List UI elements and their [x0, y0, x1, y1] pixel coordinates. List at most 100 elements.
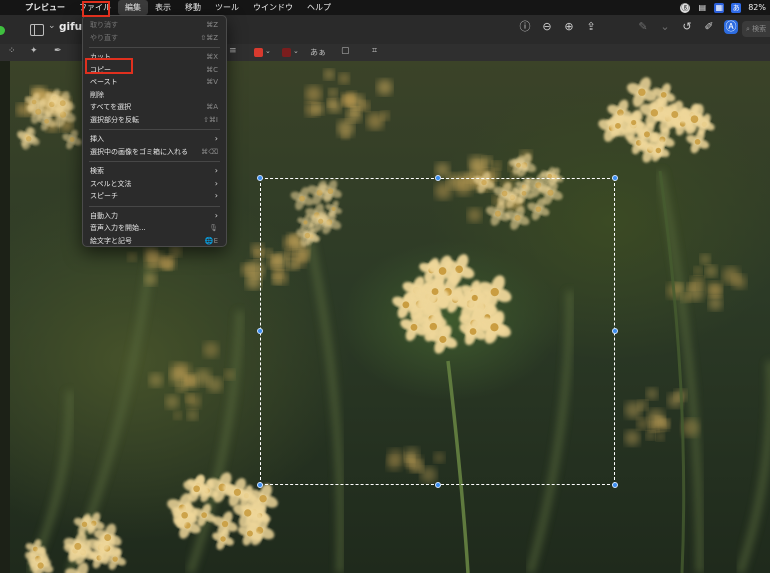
copy-highlight-box	[85, 58, 133, 74]
menu-separator	[89, 129, 220, 130]
menu-item-label: すべてを選択	[90, 103, 132, 111]
chevron-down-icon[interactable]: ⌄	[265, 47, 271, 55]
menu-item-label: スピーチ	[90, 192, 118, 200]
menu-item-label: 取り消す	[90, 21, 118, 29]
input-method-icon[interactable]: あ	[731, 2, 742, 13]
menu-item[interactable]: 選択中の画像をゴミ箱に入れる ⌘⌫	[83, 146, 226, 159]
menu-shortcut: 🌐E	[204, 236, 218, 245]
menu-bar-item[interactable]: 表示	[148, 0, 178, 15]
chevron-down-icon[interactable]: ⌄	[658, 20, 672, 34]
display-icon[interactable]: ▦	[714, 2, 725, 13]
selection-handle-top-right[interactable]	[612, 175, 618, 181]
menu-item[interactable]: すべてを選択 ⌘A	[83, 101, 226, 114]
fill-color-swatch[interactable]	[282, 48, 291, 57]
border-color-swatch[interactable]	[254, 48, 263, 57]
edit-menu: 取り消す ⌘Z やり直す ⇧⌘Z カット ⌘X コピー ⌘C ペースト ⌘V 削除 すべてを選択 ⌘A 選…	[82, 15, 227, 247]
menu-item-label: スペルと文法	[90, 179, 132, 188]
submenu-arrow-icon: ›	[214, 210, 218, 220]
instant-alpha-icon[interactable]: ✦	[30, 46, 38, 56]
menu-item[interactable]: スペルと文法 ›	[83, 178, 226, 191]
status-tray: ⓖ ▤ ▦ あ 82%	[680, 0, 766, 15]
menu-shortcut: ⌘⌫	[201, 147, 218, 156]
menu-shortcut: ⌘Z	[206, 21, 218, 29]
menu-bar-item[interactable]: 編集	[118, 0, 148, 15]
menu-item[interactable]: 削除	[83, 89, 226, 102]
search-placeholder: 検索	[752, 25, 767, 33]
text-style-button[interactable]: あぁ	[310, 47, 326, 58]
menu-shortcut: ⌘C	[206, 65, 218, 74]
selection-handle-bottom[interactable]	[435, 482, 441, 488]
info-icon[interactable]: ⓘ	[518, 20, 532, 34]
menu-item[interactable]: 音声入力を開始... 🎙	[83, 222, 226, 235]
crop-icon[interactable]: ⌗	[372, 46, 377, 56]
zoom-out-icon[interactable]: ⊖	[540, 20, 554, 34]
preview-window: ⌄ gifu0 ⓘ ⊖ ⊕ ⇪ ✎ ⌄ ↺ ✐ Ⓐ ✍ ⌕ 検索 ⁘ ✦ ✒ ≡…	[0, 0, 770, 573]
app-menu[interactable]: プレビュー	[19, 0, 72, 15]
menu-bar-item[interactable]: ウインドウ	[246, 0, 300, 15]
menu-item-label: ペースト	[90, 78, 118, 86]
menu-bar-item[interactable]: ヘルプ	[300, 0, 338, 15]
selection-tool-icon[interactable]: ⁘	[8, 46, 16, 56]
menu-bar-items: プレビュー ファイル 編集 表示 移動 ツール ウインドウ ヘルプ	[19, 0, 338, 15]
submenu-arrow-icon: ›	[214, 134, 218, 143]
menu-separator	[89, 161, 220, 162]
search-field[interactable]: ⌕ 検索	[742, 21, 770, 37]
chevron-down-icon[interactable]: ⌄	[48, 21, 56, 31]
menu-shortcut: ⇧⌘Z	[200, 33, 218, 42]
markup-icon[interactable]: ✐	[702, 20, 716, 34]
selection-handle-left[interactable]	[257, 328, 263, 334]
share-icon[interactable]: ⇪	[584, 20, 598, 34]
align-icon[interactable]: ≡	[229, 46, 237, 56]
sidebar-toggle-icon[interactable]	[30, 24, 44, 36]
submenu-arrow-icon: ›	[214, 191, 218, 200]
menu-item-label: 検索	[90, 167, 104, 175]
sketch-icon[interactable]: ✒	[54, 46, 62, 56]
submenu-arrow-icon: ›	[214, 166, 218, 175]
menu-shortcut: ⇧⌘I	[203, 115, 218, 124]
menu-item-label: やり直す	[90, 33, 118, 42]
selection-handle-bottom-left[interactable]	[257, 482, 263, 488]
zoom-in-icon[interactable]: ⊕	[562, 20, 576, 34]
menu-item-label: 挿入	[90, 135, 104, 143]
menu-bar-item[interactable]: 移動	[178, 0, 208, 15]
rotate-icon[interactable]: ↺	[680, 20, 694, 34]
zoom-window-button[interactable]	[0, 26, 5, 35]
menu-item-label: 選択中の画像をゴミ箱に入れる	[90, 147, 188, 156]
selection-handle-right[interactable]	[612, 328, 618, 334]
selection-handle-top-left[interactable]	[257, 175, 263, 181]
menu-item[interactable]: ペースト ⌘V	[83, 76, 226, 89]
menu-item[interactable]: やり直す ⇧⌘Z	[83, 32, 226, 45]
menu-separator	[89, 47, 220, 48]
selection-handle-bottom-right[interactable]	[612, 482, 618, 488]
menu-shortcut: ⌘V	[206, 78, 218, 86]
menu-item-label: 削除	[90, 90, 104, 99]
menu-shortcut: ⌘X	[206, 53, 218, 61]
menu-item[interactable]: 取り消す ⌘Z	[83, 19, 226, 32]
menu-item[interactable]: 自動入力 ›	[83, 210, 226, 223]
menu-item[interactable]: 選択部分を反転 ⇧⌘I	[83, 114, 226, 127]
markup-toolbar-toggle-icon[interactable]: Ⓐ	[724, 20, 738, 34]
menu-bar: プレビュー ファイル 編集 表示 移動 ツール ウインドウ ヘルプ ⓖ ▤ ▦ あ 82%	[0, 0, 770, 15]
menu-item-label: 選択部分を反転	[90, 115, 139, 124]
toolbar-actions: ⓘ ⊖ ⊕ ⇪ ✎ ⌄ ↺ ✐ Ⓐ ✍	[518, 20, 760, 34]
rectangle-selection[interactable]	[257, 175, 618, 488]
apple-menu-icon[interactable]	[0, 0, 19, 15]
menu-bar-item[interactable]: ツール	[208, 0, 246, 15]
menu-separator	[89, 205, 220, 207]
chevron-down-icon[interactable]: ⌄	[293, 47, 299, 55]
menu-shortcut: 🎙	[209, 224, 218, 232]
menu-item-label: 音声入力を開始...	[90, 224, 146, 232]
selection-handle-top[interactable]	[435, 175, 441, 181]
menu-item[interactable]: スピーチ ›	[83, 190, 226, 203]
highlight-pen-icon[interactable]: ✎	[636, 20, 650, 34]
battery-percent: 82%	[748, 3, 766, 12]
annotate-icon[interactable]: ▢	[341, 46, 350, 56]
status-icon[interactable]: ⓖ	[680, 2, 691, 13]
clipboard-icon[interactable]: ▤	[697, 3, 707, 13]
menu-item[interactable]: 挿入 ›	[83, 133, 226, 146]
menu-item[interactable]: 検索 ›	[83, 165, 226, 178]
menu-item-label: 絵文字と記号	[90, 236, 132, 245]
menubar-highlight-box	[82, 1, 110, 17]
menu-item[interactable]: 絵文字と記号 🌐E	[83, 235, 226, 248]
